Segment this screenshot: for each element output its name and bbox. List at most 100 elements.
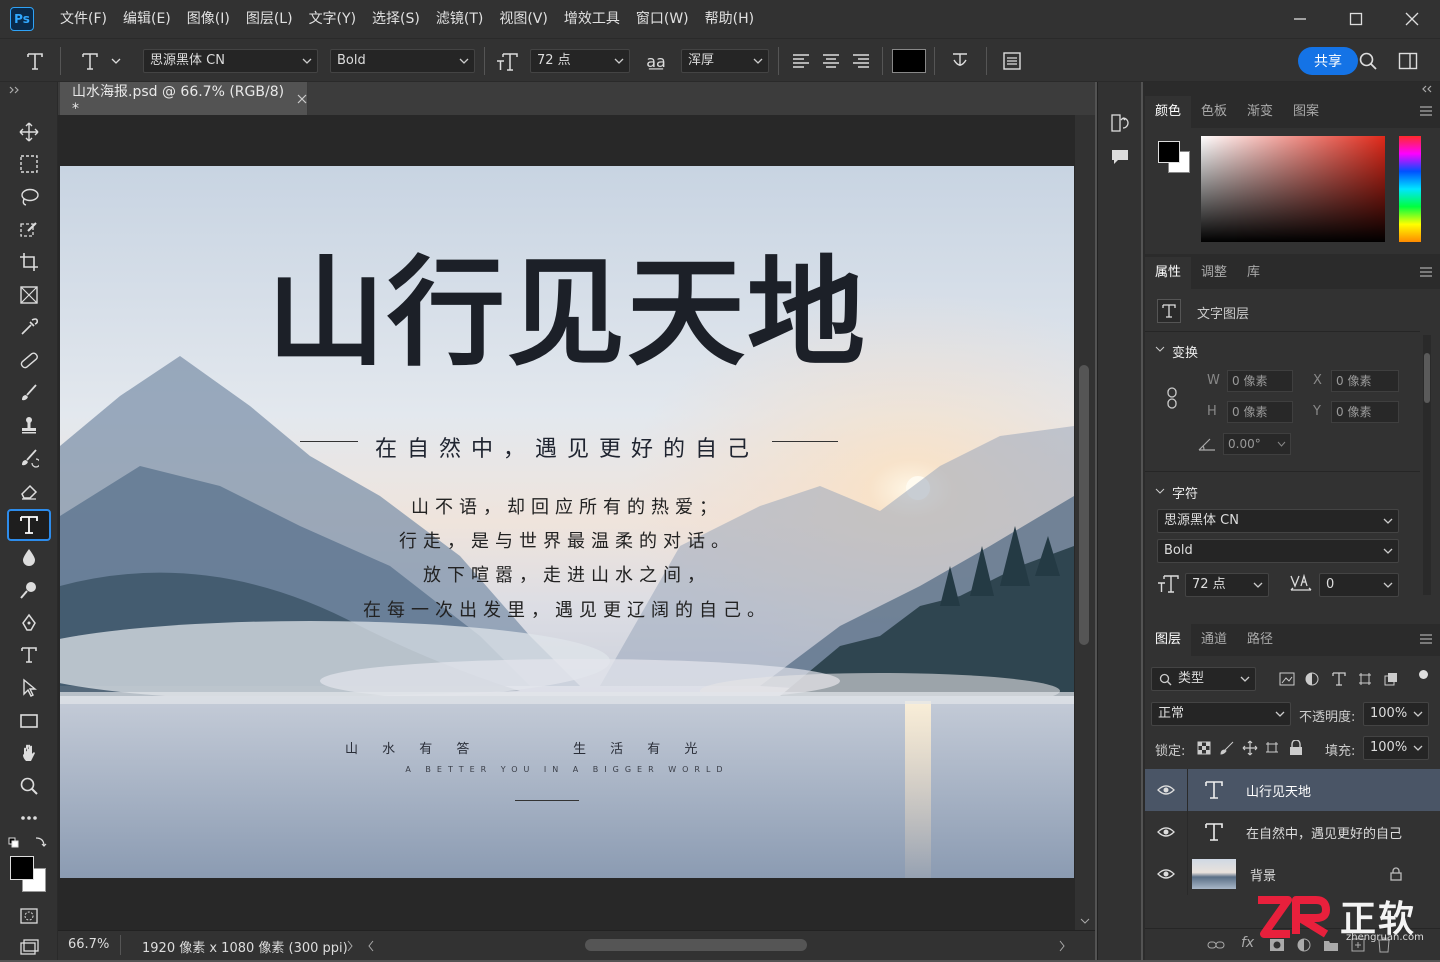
filter-shape-icon[interactable] — [1358, 672, 1372, 686]
eye-icon[interactable] — [1157, 826, 1175, 838]
collapse-toolbox-icon[interactable] — [8, 85, 22, 95]
foreground-color-swatch[interactable] — [10, 856, 34, 880]
history-panel-button[interactable] — [1106, 110, 1134, 136]
dodge-tool[interactable] — [13, 575, 45, 605]
lock-transparent-icon[interactable] — [1197, 741, 1211, 755]
filter-smart-object-icon[interactable] — [1384, 672, 1398, 686]
eye-icon[interactable] — [1157, 868, 1175, 880]
panel-menu-icon[interactable] — [1420, 106, 1432, 116]
tool-preset-button[interactable] — [18, 47, 52, 75]
chevron-right-icon[interactable] — [346, 940, 354, 952]
tab-patterns[interactable]: 图案 — [1283, 96, 1329, 128]
transform-section-label[interactable]: 变换 — [1172, 342, 1198, 361]
tagline-right[interactable]: 生 活 有 光 — [573, 738, 773, 757]
poem-line-4[interactable]: 在每一次出发里，遇见更辽阔的自己。 — [60, 596, 1074, 622]
scroll-down-icon[interactable] — [1080, 917, 1090, 925]
width-field[interactable]: 0 像素 — [1227, 370, 1293, 392]
swap-colors-button[interactable] — [8, 835, 48, 849]
color-field[interactable] — [1201, 136, 1385, 242]
tab-libraries[interactable]: 库 — [1237, 257, 1270, 289]
marquee-tool[interactable] — [13, 149, 45, 179]
properties-scrollbar[interactable] — [1423, 335, 1431, 595]
tab-channels[interactable]: 通道 — [1191, 624, 1237, 656]
zoom-level[interactable]: 66.7% — [68, 937, 109, 952]
menu-type[interactable]: 文字(Y) — [301, 0, 364, 38]
tab-color[interactable]: 颜色 — [1145, 96, 1192, 128]
props-font-family-dropdown[interactable]: 思源黑体 CN — [1157, 509, 1399, 533]
filter-type-icon[interactable] — [1332, 672, 1346, 686]
blend-mode-dropdown[interactable]: 正常 — [1151, 702, 1291, 726]
path-selection-tool[interactable] — [13, 673, 45, 703]
poem-line-3[interactable]: 放下喧嚣，走进山水之间， — [60, 561, 1074, 587]
document-tab[interactable]: 山水海报.psd @ 66.7% (RGB/8) * — [60, 82, 308, 117]
eraser-tool[interactable] — [13, 476, 45, 506]
move-tool[interactable] — [13, 117, 45, 147]
character-section-label[interactable]: 字符 — [1172, 483, 1198, 502]
eyedropper-tool[interactable] — [13, 312, 45, 342]
lock-position-icon[interactable] — [1242, 740, 1258, 756]
comments-panel-button[interactable] — [1106, 144, 1134, 170]
frame-tool[interactable] — [13, 280, 45, 310]
history-brush-tool[interactable] — [13, 443, 45, 473]
english-tagline[interactable]: A BETTER YOU IN A BIGGER WORLD — [60, 765, 1074, 774]
healing-brush-tool[interactable] — [13, 345, 45, 375]
tab-properties[interactable]: 属性 — [1145, 257, 1192, 289]
angle-field[interactable]: 0.00° — [1223, 433, 1291, 455]
panel-menu-icon[interactable] — [1420, 634, 1432, 644]
font-style-dropdown[interactable]: Bold — [330, 49, 475, 73]
collapse-dock-icon[interactable] — [1420, 84, 1434, 94]
document-canvas[interactable]: 山行见天地 在自然中，遇见更好的自己 山不语，却回应所有的热爱； 行走，是与世界… — [60, 166, 1074, 878]
text-orientation-button[interactable] — [72, 47, 126, 75]
layer-row[interactable]: 背景 — [1145, 853, 1440, 895]
scroll-left-icon[interactable] — [367, 940, 375, 952]
y-field[interactable]: 0 像素 — [1331, 401, 1399, 423]
type-tool[interactable] — [13, 640, 45, 670]
layer-filter-dropdown[interactable]: 类型 — [1151, 667, 1256, 691]
filter-pixel-icon[interactable] — [1279, 672, 1295, 686]
layer-name[interactable]: 山行见天地 — [1246, 781, 1311, 800]
antialias-dropdown[interactable]: 浑厚 — [681, 49, 769, 73]
fill-field[interactable]: 100% — [1363, 736, 1429, 760]
search-button[interactable] — [1354, 47, 1382, 75]
zoom-tool[interactable] — [13, 771, 45, 801]
layer-name[interactable]: 背景 — [1250, 865, 1276, 884]
layer-row[interactable]: 山行见天地 — [1145, 769, 1440, 811]
x-field[interactable]: 0 像素 — [1331, 370, 1399, 392]
layer-row[interactable]: 在自然中，遇见更好的自己 — [1145, 811, 1440, 853]
poster-title[interactable]: 山行见天地 — [60, 254, 1074, 372]
horizontal-type-tool[interactable] — [7, 509, 51, 541]
maximize-button[interactable] — [1328, 0, 1384, 38]
character-panel-button[interactable] — [996, 47, 1028, 75]
menu-file[interactable]: 文件(F) — [52, 0, 115, 38]
clone-stamp-tool[interactable] — [13, 410, 45, 440]
workspace-button[interactable] — [1394, 47, 1422, 75]
tab-gradients[interactable]: 渐变 — [1237, 96, 1283, 128]
lock-image-icon[interactable] — [1220, 741, 1234, 755]
tab-adjustments[interactable]: 调整 — [1191, 257, 1237, 289]
close-icon[interactable] — [297, 94, 307, 104]
object-selection-tool[interactable] — [13, 215, 45, 245]
link-layers-icon[interactable] — [1207, 939, 1225, 951]
lock-artboard-icon[interactable] — [1265, 741, 1279, 755]
hand-tool[interactable] — [13, 738, 45, 768]
props-font-size-dropdown[interactable]: 72 点 — [1185, 573, 1269, 597]
hue-slider[interactable] — [1399, 136, 1421, 242]
vertical-scrollbar[interactable] — [1075, 115, 1095, 930]
pen-tool[interactable] — [13, 608, 45, 638]
rectangle-tool[interactable] — [13, 706, 45, 736]
chevron-down-icon[interactable] — [1155, 345, 1165, 353]
blur-tool[interactable] — [13, 542, 45, 572]
crop-tool[interactable] — [13, 247, 45, 277]
lock-all-icon[interactable] — [1289, 740, 1303, 756]
menu-view[interactable]: 视图(V) — [491, 0, 556, 38]
close-button[interactable] — [1384, 0, 1440, 38]
layer-name[interactable]: 在自然中，遇见更好的自己 — [1246, 823, 1402, 842]
tab-layers[interactable]: 图层 — [1145, 624, 1192, 656]
properties-scroll-thumb[interactable] — [1424, 353, 1430, 403]
menu-layer[interactable]: 图层(L) — [238, 0, 301, 38]
poster-subtitle[interactable]: 在自然中，遇见更好的自己 — [60, 431, 1074, 463]
tab-swatches[interactable]: 色板 — [1191, 96, 1237, 128]
menu-select[interactable]: 选择(S) — [364, 0, 428, 38]
poem-line-1[interactable]: 山不语，却回应所有的热爱； — [60, 493, 1074, 519]
filter-toggle[interactable] — [1419, 670, 1428, 679]
